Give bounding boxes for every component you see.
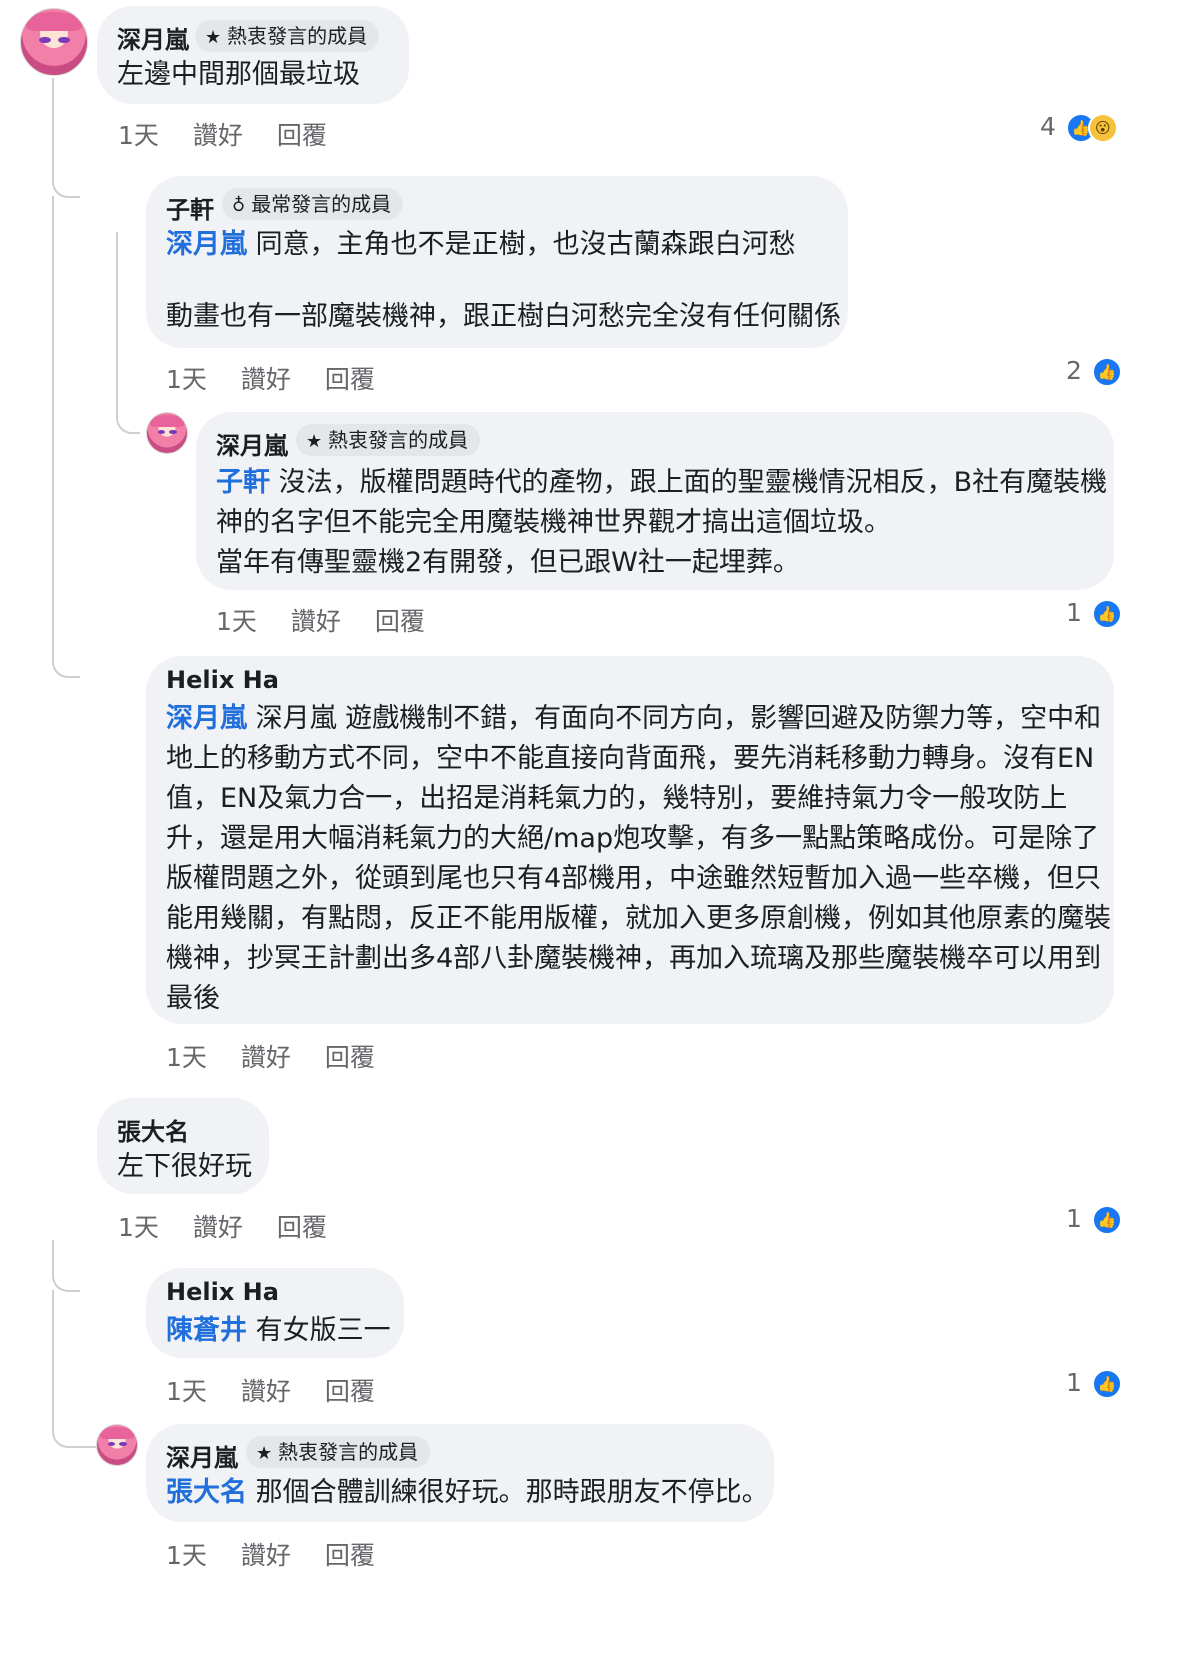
like-reaction-icon: 👍 xyxy=(1091,357,1122,387)
avatar[interactable] xyxy=(96,1424,138,1466)
thread-line xyxy=(52,78,80,198)
comment-actions: 1天 讚好 回覆 xyxy=(166,1372,409,1408)
member-badge[interactable]: ♁ 最常發言的成員 xyxy=(222,188,404,220)
star-icon: ★ xyxy=(205,27,222,48)
like-button[interactable]: 讚好 xyxy=(193,116,243,152)
comment-time[interactable]: 1天 xyxy=(166,360,207,396)
mention-link[interactable]: 深月嵐 xyxy=(166,703,247,734)
reply-bubble: Helix Ha 深月嵐 深月嵐 遊戲機制不錯，有面向不同方向，影響回避及防禦力… xyxy=(146,656,1114,1024)
reaction-count: 1 xyxy=(1066,598,1082,627)
reaction-count: 4 xyxy=(1040,112,1056,141)
comment-author[interactable]: Helix Ha xyxy=(166,1278,279,1306)
member-badge[interactable]: ★ 熱衷發言的成員 xyxy=(296,424,481,456)
like-reaction-icon: 👍 xyxy=(1091,599,1122,629)
like-button[interactable]: 讚好 xyxy=(241,360,291,396)
reaction-summary[interactable]: 4 👍 😮 xyxy=(1040,112,1118,143)
mention-link[interactable]: 子軒 xyxy=(216,467,270,498)
comment-text: 當年有傳聖靈機2有開發，但已跟W社一起埋葬。 xyxy=(216,547,800,578)
reply-button[interactable]: 回覆 xyxy=(325,1038,375,1074)
comment-bubble: 張大名 左下很好玩 xyxy=(97,1098,269,1194)
member-badge[interactable]: ★ 熱衷發言的成員 xyxy=(246,1436,431,1468)
like-button[interactable]: 讚好 xyxy=(291,602,341,638)
wow-reaction-icon: 😮 xyxy=(1087,113,1118,143)
like-reaction-icon: 👍 xyxy=(1091,1205,1122,1235)
reply-button[interactable]: 回覆 xyxy=(325,1372,375,1408)
reaction-count: 2 xyxy=(1066,356,1082,385)
reaction-summary[interactable]: 1 👍 xyxy=(1066,598,1122,629)
reply-button[interactable]: 回覆 xyxy=(375,602,425,638)
reply-bubble: 子軒 ♁ 最常發言的成員 深月嵐 同意，主角也不是正樹，也沒古蘭森跟白河愁 動畫也… xyxy=(146,176,848,348)
comment-text: 機神，抄冥王計劃出多4部八卦魔裝機神，再加入琉璃及那些魔裝機卒可以用到 xyxy=(166,943,1102,974)
thread-line xyxy=(52,196,80,678)
comment-author[interactable]: 深月嵐 xyxy=(216,426,288,461)
badge-label: 最常發言的成員 xyxy=(251,192,392,216)
comment-time[interactable]: 1天 xyxy=(166,1536,207,1572)
comment-text: 地上的移動方式不同，空中不能直接向背面飛，要先消耗移動力轉身。沒有EN xyxy=(166,743,1095,774)
comment-time[interactable]: 1天 xyxy=(166,1372,207,1408)
comment-text: 子軒 沒法，版權問題時代的產物，跟上面的聖靈機情況相反，B社有魔裝機 xyxy=(216,467,1108,498)
badge-label: 熱衷發言的成員 xyxy=(227,24,368,48)
comment-text: 版權問題之外，從頭到尾也只有4部機用，中途雖然短暫加入過一些卒機，但只 xyxy=(166,863,1102,894)
avatar[interactable] xyxy=(146,412,188,454)
reply-bubble: 深月嵐 ★ 熱衷發言的成員 子軒 沒法，版權問題時代的產物，跟上面的聖靈機情況相反… xyxy=(196,412,1114,590)
comment-time[interactable]: 1天 xyxy=(166,1038,207,1074)
like-button[interactable]: 讚好 xyxy=(241,1038,291,1074)
comment-text: 陳蒼井 有女版三一 xyxy=(166,1315,391,1346)
reply-bubble: 深月嵐 ★ 熱衷發言的成員 張大名 那個合體訓練很好玩。那時跟朋友不停比。 xyxy=(146,1424,774,1522)
comment-actions: 1天 讚好 回覆 xyxy=(118,116,361,152)
mention-link[interactable]: 張大名 xyxy=(166,1477,247,1508)
comment-time[interactable]: 1天 xyxy=(216,602,257,638)
reaction-summary[interactable]: 2 👍 xyxy=(1066,356,1122,387)
badge-label: 熱衷發言的成員 xyxy=(278,1440,419,1464)
comment-author[interactable]: Helix Ha xyxy=(166,666,279,694)
reply-bubble: Helix Ha 陳蒼井 有女版三一 xyxy=(146,1268,404,1358)
thread-line xyxy=(52,1290,98,1448)
comment-text: 能用幾關，有點悶，反正不能用版權，就加入更多原創機，例如其他原素的魔裝 xyxy=(166,903,1111,934)
reply-button[interactable]: 回覆 xyxy=(325,360,375,396)
reaction-count: 1 xyxy=(1066,1204,1082,1233)
comment-actions: 1天 讚好 回覆 xyxy=(118,1208,361,1244)
comment-text: 神的名字但不能完全用魔裝機神世界觀才搞出這個垃圾。 xyxy=(216,507,891,538)
reaction-summary[interactable]: 1 👍 xyxy=(1066,1368,1122,1399)
medal-icon: ♁ xyxy=(232,195,246,216)
comment-text: 動畫也有一部魔裝機神，跟正樹白河愁完全沒有任何關係 xyxy=(166,301,841,332)
comment-actions: 1天 讚好 回覆 xyxy=(166,360,409,396)
comment-time[interactable]: 1天 xyxy=(118,116,159,152)
comment-text: 左下很好玩 xyxy=(117,1151,252,1182)
thread-line xyxy=(52,1240,80,1292)
like-button[interactable]: 讚好 xyxy=(241,1372,291,1408)
reply-button[interactable]: 回覆 xyxy=(277,1208,327,1244)
reply-button[interactable]: 回覆 xyxy=(325,1536,375,1572)
member-badge[interactable]: ★ 熱衷發言的成員 xyxy=(195,20,380,52)
comment-author[interactable]: 深月嵐 xyxy=(166,1438,238,1473)
comment-text: 左邊中間那個最垃圾 xyxy=(117,59,360,90)
like-button[interactable]: 讚好 xyxy=(241,1536,291,1572)
comment-author[interactable]: 子軒 xyxy=(166,190,214,225)
comment-author[interactable]: 深月嵐 xyxy=(117,20,189,55)
comment-actions: 1天 讚好 回覆 xyxy=(166,1038,409,1074)
comment-text: 最後 xyxy=(166,983,220,1014)
comment-time[interactable]: 1天 xyxy=(118,1208,159,1244)
comment-text: 深月嵐 同意，主角也不是正樹，也沒古蘭森跟白河愁 xyxy=(166,229,796,260)
comment-text: 值，EN及氣力合一，出招是消耗氣力的，幾特別，要維持氣力令一般攻防上 xyxy=(166,783,1068,814)
mention-link[interactable]: 深月嵐 xyxy=(166,229,247,260)
avatar[interactable] xyxy=(20,8,88,76)
comment-actions: 1天 讚好 回覆 xyxy=(216,602,459,638)
thread-line xyxy=(116,232,140,434)
reply-button[interactable]: 回覆 xyxy=(277,116,327,152)
reaction-summary[interactable]: 1 👍 xyxy=(1066,1204,1122,1235)
badge-label: 熱衷發言的成員 xyxy=(328,428,469,452)
mention-link[interactable]: 陳蒼井 xyxy=(166,1315,247,1346)
star-icon: ★ xyxy=(256,1443,273,1464)
comment-bubble: 深月嵐 ★ 熱衷發言的成員 左邊中間那個最垃圾 xyxy=(97,6,409,104)
like-reaction-icon: 👍 xyxy=(1091,1369,1122,1399)
like-button[interactable]: 讚好 xyxy=(193,1208,243,1244)
comment-author[interactable]: 張大名 xyxy=(117,1112,189,1147)
comment-text: 張大名 那個合體訓練很好玩。那時跟朋友不停比。 xyxy=(166,1477,769,1508)
comment-actions: 1天 讚好 回覆 xyxy=(166,1536,409,1572)
comment-text: 深月嵐 深月嵐 遊戲機制不錯，有面向不同方向，影響回避及防禦力等，空中和 xyxy=(166,703,1102,734)
reaction-count: 1 xyxy=(1066,1368,1082,1397)
comment-text: 升，還是用大幅消耗氣力的大絕/map炮攻擊，有多一點點策略成份。可是除了 xyxy=(166,823,1100,854)
star-icon: ★ xyxy=(306,431,323,452)
